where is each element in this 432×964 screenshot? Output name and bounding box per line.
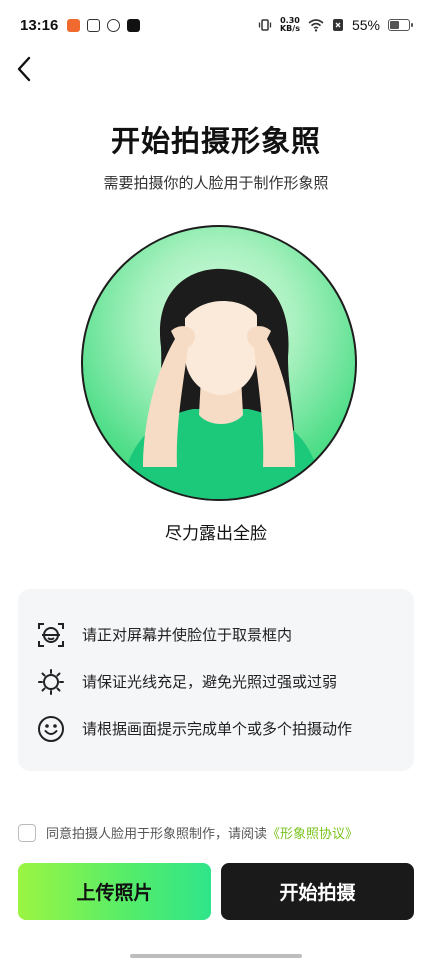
upload-photo-button[interactable]: 上传照片	[18, 863, 211, 920]
inbox-app-icon	[87, 18, 101, 32]
back-button[interactable]	[10, 52, 38, 86]
tiktok-icon	[127, 18, 141, 32]
page-subtitle: 需要拍摄你的人脸用于制作形象照	[103, 174, 329, 192]
face-scan-icon	[36, 620, 66, 650]
agreement-text: 同意拍摄人脸用于形象照制作，请阅读	[46, 827, 268, 842]
chevron-left-icon	[17, 56, 31, 82]
start-capture-button[interactable]: 开始拍摄	[221, 863, 414, 920]
battery-icon	[388, 19, 413, 31]
face-hint: 尽力露出全脸	[165, 524, 267, 544]
face-frame-illustration	[81, 225, 357, 501]
tip-text: 请保证光线充足，避免光照过强或过弱	[82, 673, 338, 691]
vibrate-icon	[258, 19, 272, 31]
home-indicator[interactable]	[130, 954, 302, 958]
tip-item: 请根据画面提示完成单个或多个拍摄动作	[36, 705, 414, 752]
woman-illustration	[121, 268, 323, 499]
tip-item: 请正对屏幕并使脸位于取景框内	[36, 611, 414, 658]
page-title: 开始拍摄形象照	[110, 124, 321, 158]
shopping-app-icon	[67, 18, 81, 32]
sun-icon	[36, 667, 66, 697]
agreement-link[interactable]: 《形象照协议》	[267, 823, 358, 842]
tip-item: 请保证光线充足，避免光照过强或过弱	[36, 658, 414, 705]
agreement-row: 同意拍摄人脸用于形象照制作，请阅读 《形象照协议》	[18, 823, 358, 842]
agreement-checkbox[interactable]	[18, 823, 36, 842]
net-speed-unit: KB/s	[279, 24, 300, 33]
link-app-icon	[107, 18, 121, 32]
tip-text: 请正对屏幕并使脸位于取景框内	[82, 626, 293, 644]
battery-fill	[390, 21, 400, 29]
status-time: 13:16	[20, 16, 59, 34]
smile-icon	[36, 714, 66, 744]
status-left: 13:16	[20, 16, 141, 34]
status-bar: 13:16 0.30 KB/s 55%	[0, 0, 432, 50]
tips-card: 请正对屏幕并使脸位于取景框内 请保证光线充足，避免光照过强或过弱 请根据画面提示…	[18, 589, 414, 771]
net-speed: 0.30 KB/s	[280, 17, 300, 33]
tip-text: 请根据画面提示完成单个或多个拍摄动作	[82, 720, 353, 738]
no-sim-icon	[332, 19, 343, 31]
wifi-icon	[308, 19, 324, 32]
status-right: 0.30 KB/s 55%	[258, 17, 413, 33]
battery-percent: 55%	[351, 17, 380, 33]
